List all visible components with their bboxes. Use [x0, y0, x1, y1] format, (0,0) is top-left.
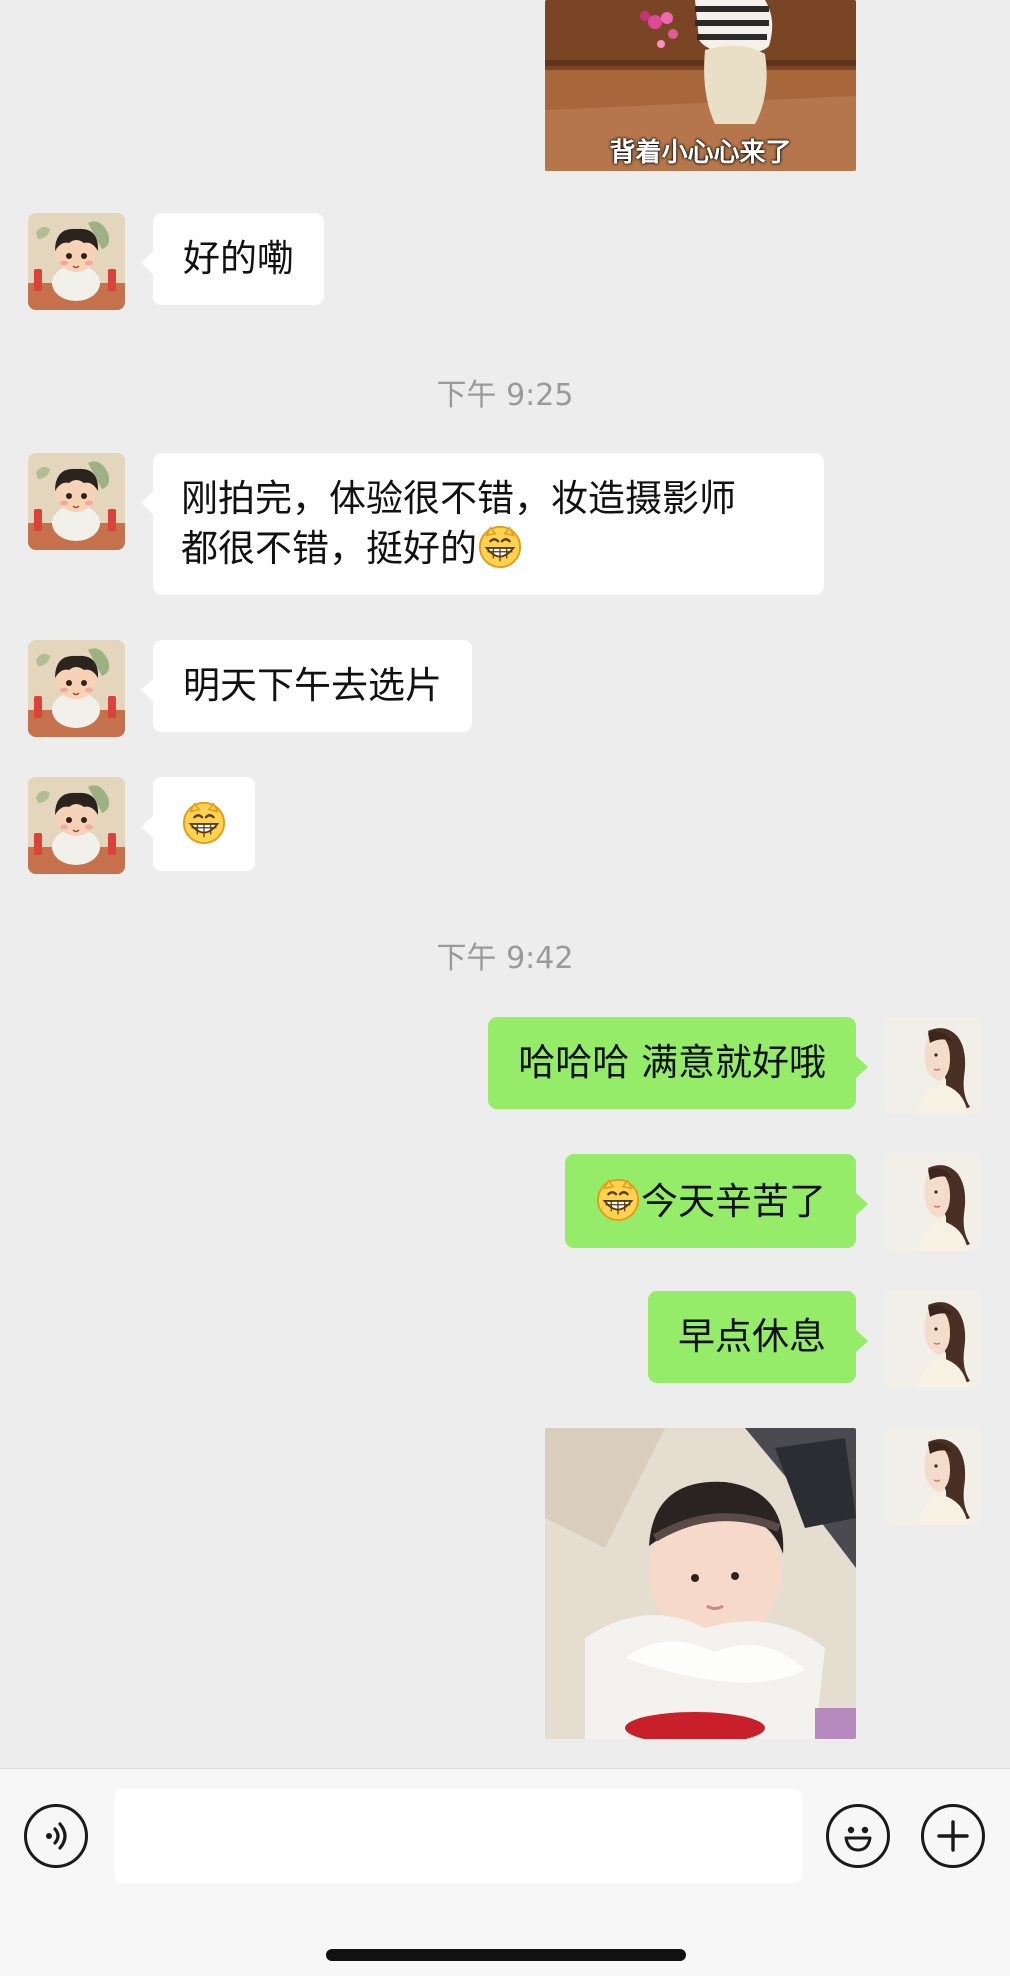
grinning-emoji-icon — [595, 1176, 641, 1222]
timestamp: 下午 9:25 — [436, 378, 574, 413]
message-text: 哈哈哈 满意就好哦 — [518, 1041, 826, 1084]
voice-icon — [46, 1822, 67, 1850]
plus-icon — [937, 1820, 969, 1852]
grinning-emoji-icon — [477, 523, 523, 569]
contact-avatar[interactable] — [28, 453, 125, 550]
home-indicator[interactable] — [326, 1949, 686, 1961]
grinning-emoji-icon — [181, 799, 227, 845]
message-text-line: 刚拍完，体验很不错，妆造摄影师 — [181, 477, 736, 520]
message-text: 早点休息 — [678, 1315, 826, 1358]
message-list[interactable]: 背着小心心来了 好的嘞 下午 9:25 刚拍完，体验很不错，妆造摄影师 都很不错… — [0, 0, 1010, 1768]
image-message-heart-toddler[interactable]: 背着小心心来了 — [545, 0, 856, 171]
message-text: 好的嘞 — [183, 237, 294, 280]
voice-button[interactable] — [24, 1804, 88, 1868]
message-bubble-incoming[interactable]: 好的嘞 — [141, 213, 324, 305]
contact-avatar[interactable] — [28, 213, 125, 310]
my-avatar[interactable] — [884, 1154, 981, 1251]
chat-screen: 背着小心心来了 好的嘞 下午 9:25 刚拍完，体验很不错，妆造摄影师 都很不错… — [0, 0, 1010, 1976]
message-bubble-outgoing[interactable]: 早点休息 — [648, 1291, 868, 1383]
message-bubble-outgoing[interactable]: 哈哈哈 满意就好哦 — [488, 1017, 868, 1109]
message-text-line: 都很不错，挺好的 — [181, 527, 477, 570]
emoji-icon — [844, 1826, 872, 1852]
more-button[interactable] — [921, 1804, 985, 1868]
timestamp: 下午 9:42 — [436, 941, 574, 976]
message-input[interactable] — [114, 1789, 802, 1883]
message-bubble-incoming[interactable]: 刚拍完，体验很不错，妆造摄影师 都很不错，挺好的 — [141, 453, 824, 595]
image-message-baby[interactable] — [545, 1428, 856, 1739]
emoji-button[interactable] — [826, 1804, 890, 1868]
photo-content — [545, 1428, 856, 1739]
contact-avatar[interactable] — [28, 777, 125, 874]
message-bubble-incoming[interactable] — [141, 777, 255, 871]
message-bubble-incoming[interactable]: 明天下午去选片 — [141, 640, 472, 732]
message-text: 明天下午去选片 — [183, 664, 442, 707]
message-text: 今天辛苦了 — [641, 1180, 826, 1223]
input-bar — [0, 1768, 1010, 1976]
my-avatar[interactable] — [884, 1428, 981, 1525]
message-bubble-outgoing[interactable]: 今天辛苦了 — [565, 1154, 868, 1248]
contact-avatar[interactable] — [28, 640, 125, 737]
photo-caption: 背着小心心来了 — [609, 138, 792, 168]
my-avatar[interactable] — [884, 1291, 981, 1388]
my-avatar[interactable] — [884, 1017, 981, 1114]
